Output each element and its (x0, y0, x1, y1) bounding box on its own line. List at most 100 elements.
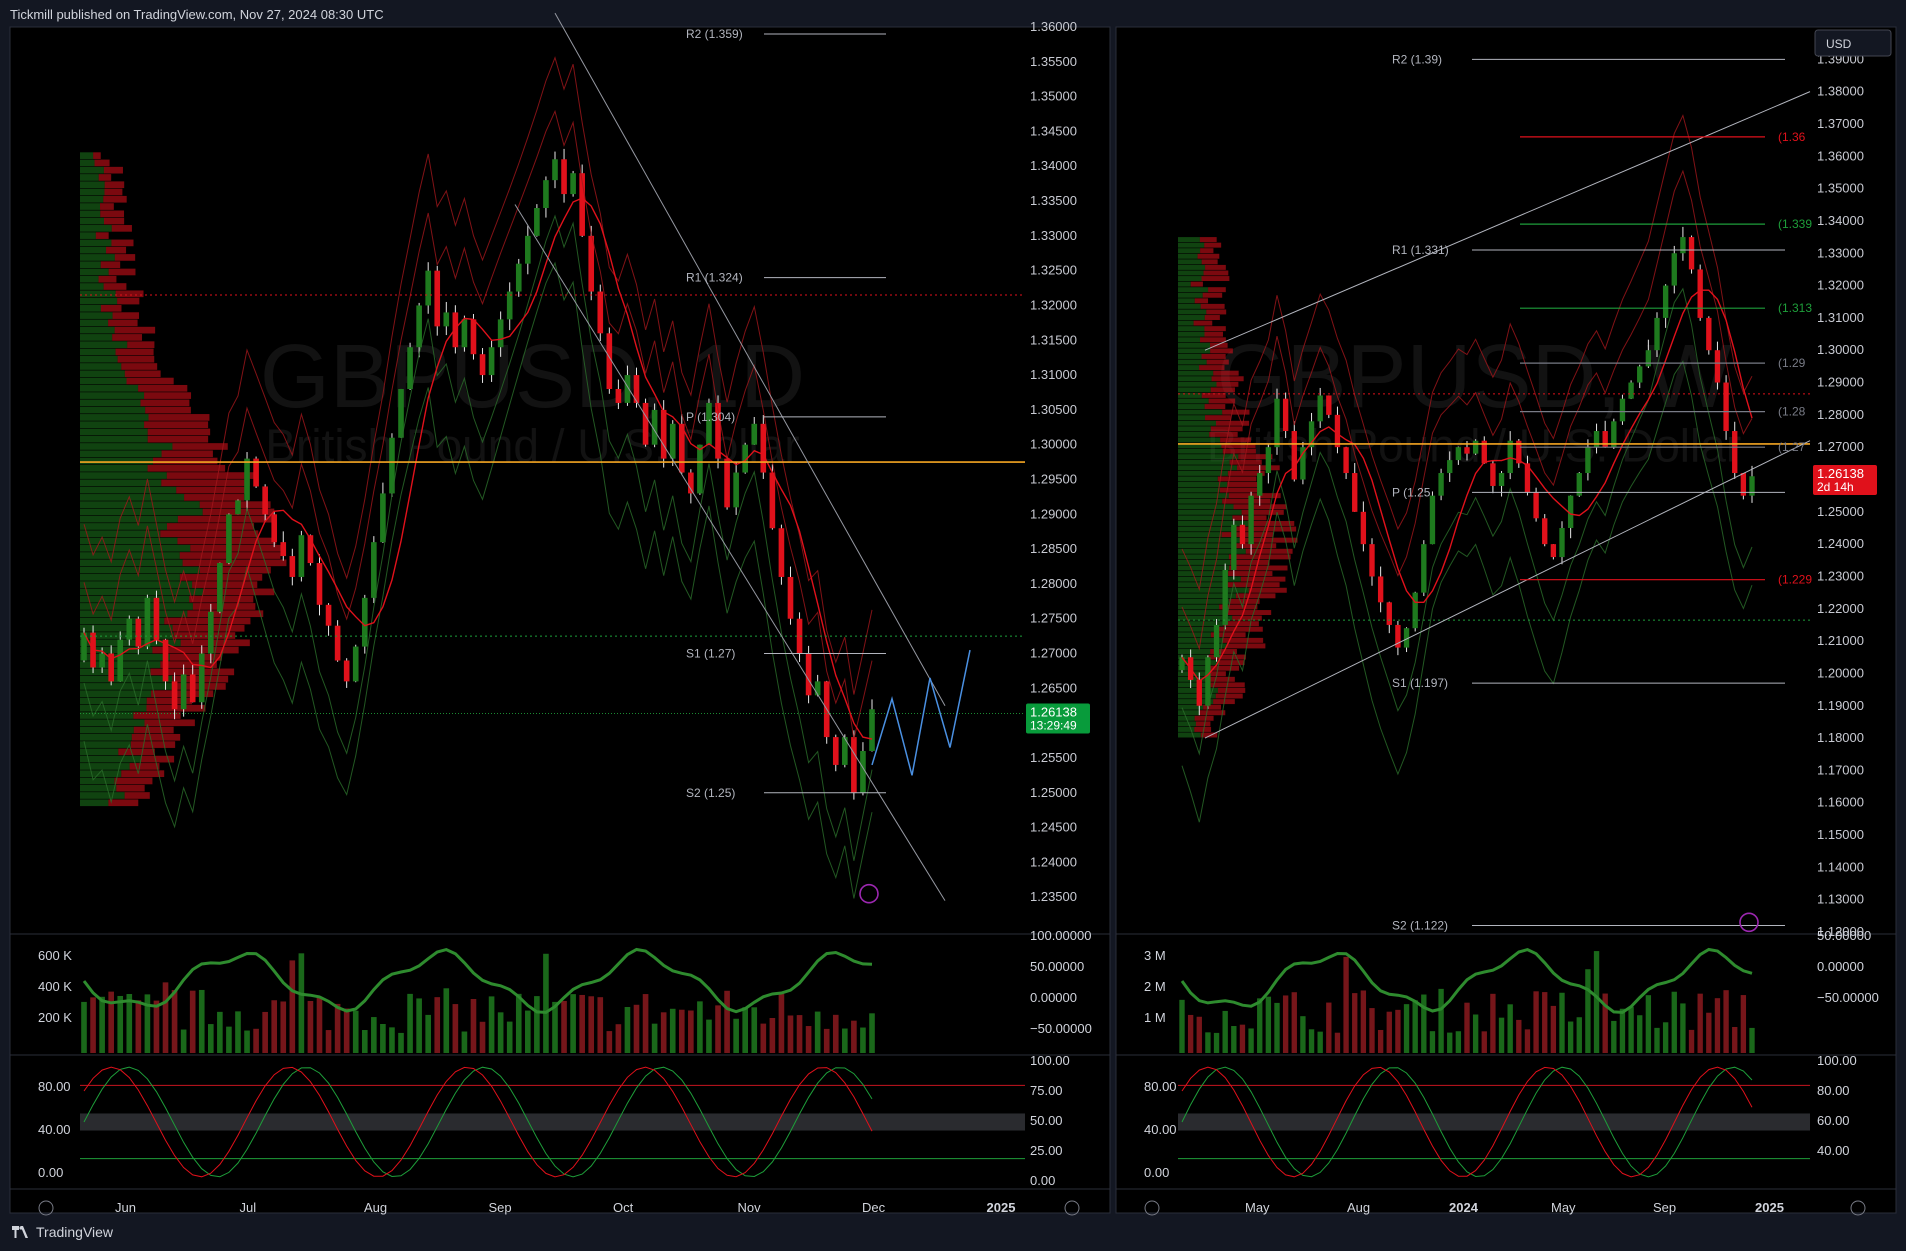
profile-bar-down (1217, 476, 1257, 482)
volume-bar-up (1438, 988, 1444, 1053)
candle-down (561, 159, 567, 195)
profile-bar-up (80, 457, 154, 465)
oscillator-axis-tick: −50.00000 (1030, 1021, 1092, 1036)
volume-bar-up (1300, 1016, 1306, 1053)
y-axis-tick: 1.22000 (1817, 601, 1864, 616)
profile-bar-down (1248, 587, 1287, 593)
candle-down (452, 312, 459, 348)
profile-bar-down (98, 174, 112, 181)
volume-bar-up (1507, 1004, 1513, 1053)
candle-up (733, 472, 739, 508)
candle-down (325, 604, 332, 626)
pivot-label: S1 (1.197) (1392, 676, 1448, 690)
candle-up (425, 270, 431, 306)
profile-bar-up (1178, 604, 1220, 610)
pivot-label: R2 (1.39) (1392, 52, 1442, 66)
profile-bar-down (117, 297, 140, 305)
profile-bar-down (106, 246, 127, 254)
volume-bar-up (244, 1030, 250, 1053)
footer-brand[interactable]: TradingView (12, 1224, 113, 1240)
profile-bar-down (103, 195, 127, 203)
candle-up (751, 423, 758, 445)
chart-canvas[interactable]: GBPUSD, 1DBritish Pound / U.S. Dollar1.3… (0, 0, 1906, 1251)
candle-down (280, 542, 287, 557)
candle-down (805, 653, 812, 696)
profile-bar-up (1178, 287, 1209, 293)
volume-bar-up (1559, 992, 1565, 1053)
candle-down (162, 639, 169, 682)
candle-up (488, 347, 495, 376)
chart-panel-weekly[interactable]: GBPUSD, WBritish Pound / U.S. Dollar1.39… (1115, 26, 1897, 1216)
profile-bar-up (1178, 493, 1229, 499)
profile-bar-down (1223, 621, 1259, 627)
profile-bar-down (1210, 348, 1233, 354)
pivot-label: S1 (1.27) (686, 647, 735, 661)
volume-bar-up (534, 996, 540, 1053)
profile-bar-down (1202, 292, 1223, 298)
profile-bar-up (80, 348, 116, 356)
volume-bar-up (1567, 1021, 1574, 1053)
profile-bar-up (1178, 253, 1198, 259)
oscillator-axis-tick: 50.00000 (1030, 959, 1084, 974)
candle-up (1671, 253, 1677, 286)
profile-bar-up (80, 421, 145, 429)
profile-bar-up (80, 777, 115, 785)
profile-bar-up (1178, 381, 1217, 387)
volume-bar-up (1447, 1032, 1453, 1053)
volume-bar-down (615, 1024, 622, 1053)
profile-bar-up (1178, 582, 1227, 588)
profile-bar-down (104, 181, 125, 189)
x-axis-tick: Jul (240, 1200, 257, 1215)
profile-bar-down (126, 377, 174, 385)
y-axis-tick: 1.32000 (1030, 297, 1077, 312)
candle-down (479, 354, 486, 376)
volume-bar-down (1386, 1011, 1392, 1053)
profile-bar-down (100, 304, 122, 312)
candle-down (642, 402, 649, 445)
candle-down (289, 556, 296, 577)
profile-bar-down (164, 617, 251, 625)
y-axis-tick: 1.28500 (1030, 541, 1077, 556)
profile-bar-down (1199, 237, 1217, 243)
stoch-right-tick: 50.00 (1030, 1113, 1063, 1128)
y-axis-tick: 1.34000 (1030, 158, 1077, 173)
stoch-right-tick: 25.00 (1030, 1143, 1063, 1158)
profile-bar-up (80, 515, 178, 523)
volume-bar-down (1732, 1027, 1738, 1053)
oscillator-axis-tick: 50.00000 (1817, 928, 1871, 943)
profile-bar-up (1178, 498, 1223, 504)
candle-down (153, 597, 160, 640)
volume-bar-up (1274, 1002, 1280, 1053)
profile-bar-down (147, 435, 209, 443)
volume-bar-up (515, 993, 522, 1053)
volume-bar-down (1714, 998, 1721, 1053)
volume-bar-up (1628, 1006, 1634, 1053)
candle-up (1585, 447, 1591, 474)
profile-bar-up (80, 428, 148, 436)
candle-down (787, 576, 794, 619)
profile-bar-up (80, 166, 104, 174)
profile-bar-up (80, 763, 130, 770)
chart-panel-daily[interactable]: GBPUSD, 1DBritish Pound / U.S. Dollar1.3… (9, 12, 1111, 1216)
volume-bar-up (1645, 995, 1652, 1053)
oscillator-axis-tick: −50.00000 (1817, 990, 1879, 1005)
volume-bar-up (1317, 1031, 1323, 1053)
candle-down (343, 660, 350, 682)
profile-bar-down (1197, 253, 1220, 259)
profile-bar-down (100, 261, 121, 269)
candle-down (434, 270, 441, 327)
profile-bar-up (80, 319, 109, 327)
profile-bar-down (1206, 359, 1229, 365)
pivot-label: S2 (1.122) (1392, 919, 1448, 933)
volume-bar-down (1343, 956, 1349, 1053)
candle-down (1360, 511, 1367, 545)
profile-bar-up (80, 683, 174, 690)
volume-bar-down (778, 993, 785, 1053)
candle-down (262, 486, 268, 515)
profile-bar-down (118, 748, 155, 756)
profile-bar-down (1201, 259, 1218, 265)
profile-bar-down (1209, 431, 1238, 437)
candle-up (1412, 592, 1418, 629)
profile-bar-down (95, 232, 109, 239)
candle-down (1334, 414, 1341, 448)
